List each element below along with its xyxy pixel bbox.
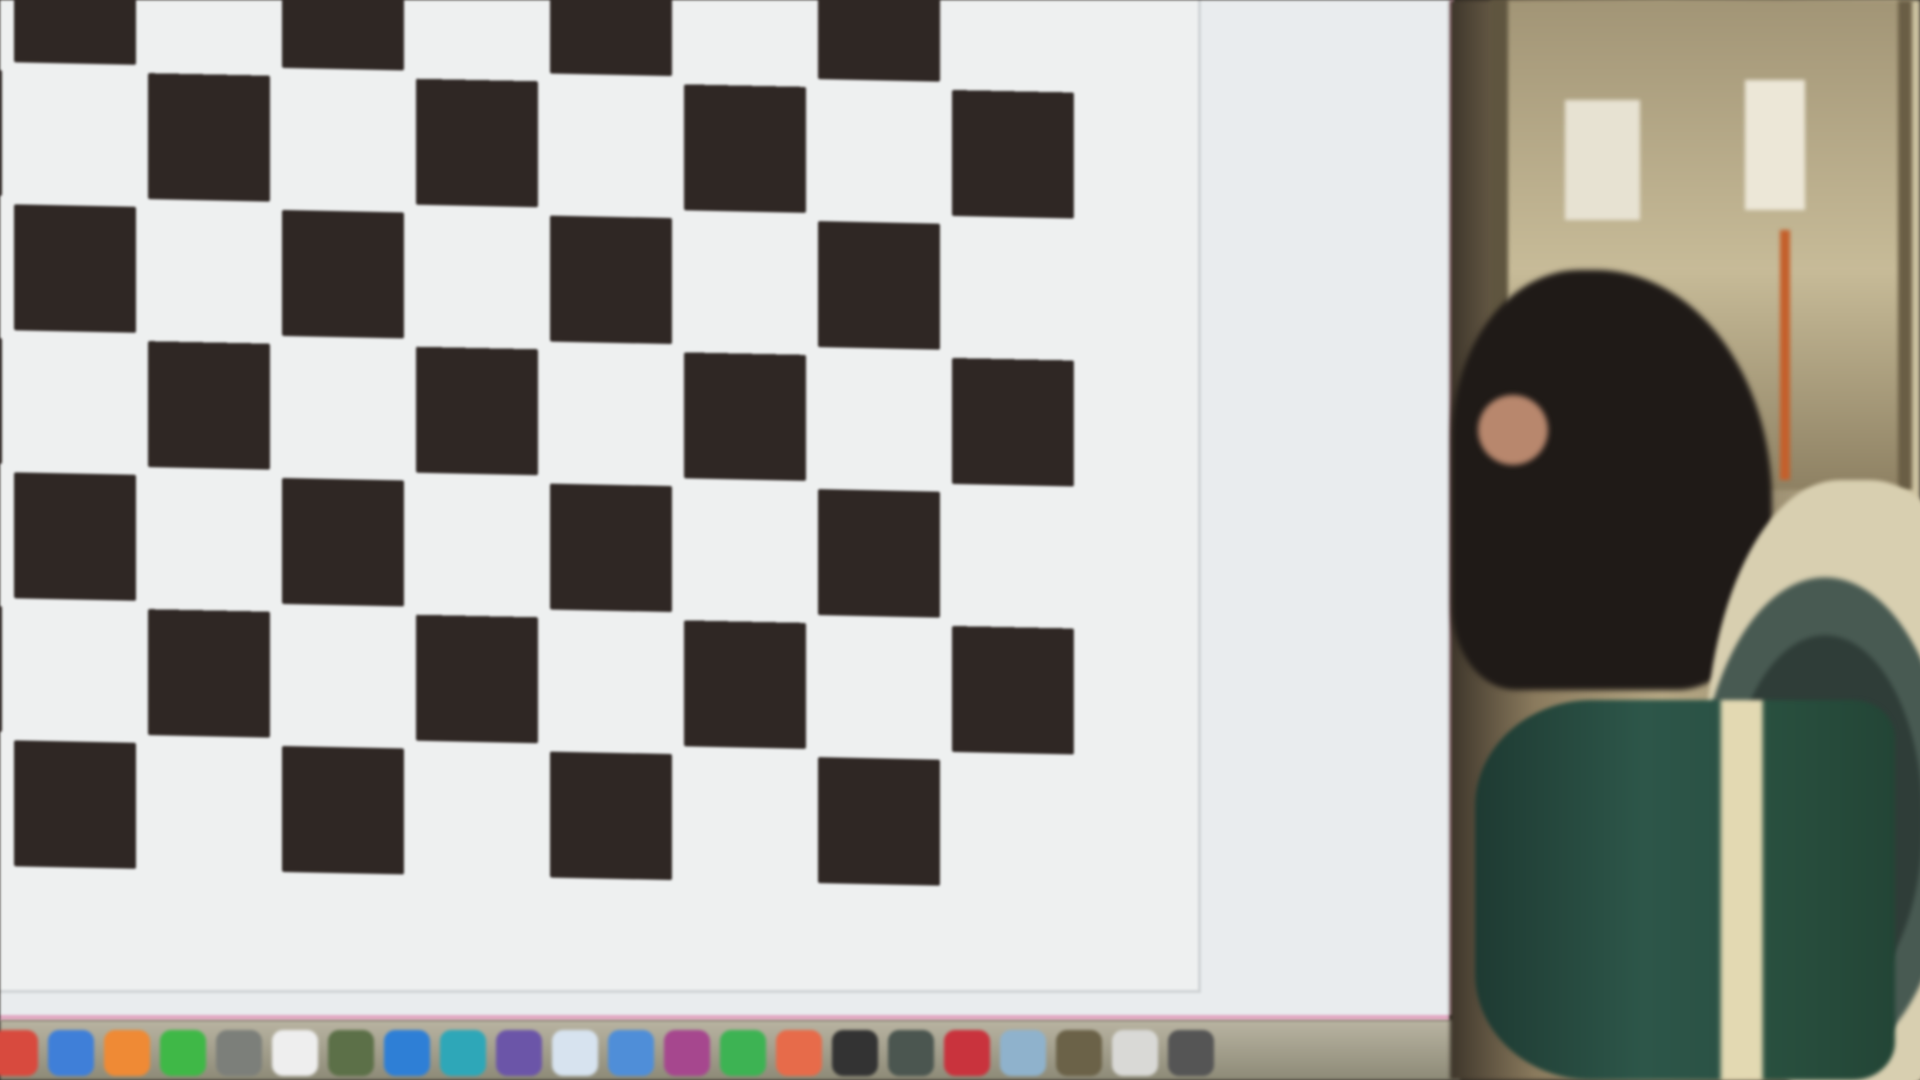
app-icon-21[interactable]	[1112, 1030, 1158, 1076]
app-icon-4[interactable]	[160, 1030, 206, 1076]
app-icon-6[interactable]	[272, 1030, 318, 1076]
checker-square-dark	[818, 489, 940, 618]
checker-square-dark	[148, 609, 270, 738]
photo-scene	[0, 0, 1920, 1080]
checker-square-dark	[0, 335, 2, 465]
app-icon-14[interactable]	[720, 1030, 766, 1076]
green-cable-roll	[1475, 700, 1895, 1080]
app-icon-10[interactable]	[496, 1030, 542, 1076]
checker-square-dark	[818, 757, 940, 886]
checker-square-dark	[0, 603, 2, 733]
checker-square-dark	[550, 215, 672, 345]
app-icon-15[interactable]	[776, 1030, 822, 1076]
checker-square-dark	[148, 73, 270, 202]
checker-square-dark	[148, 341, 270, 470]
dock	[0, 1020, 1460, 1080]
hand	[1478, 395, 1548, 465]
app-icon-8[interactable]	[384, 1030, 430, 1076]
app-icon-18[interactable]	[944, 1030, 990, 1076]
checker-square-dark	[416, 614, 538, 744]
app-icon-22[interactable]	[1168, 1030, 1214, 1076]
wall-notice	[1745, 80, 1805, 210]
app-icon-11[interactable]	[552, 1030, 598, 1076]
app-icon-5[interactable]	[216, 1030, 262, 1076]
app-icon-1[interactable]	[0, 1030, 38, 1076]
checker-square-dark	[14, 472, 136, 601]
checker-square-dark	[952, 625, 1074, 755]
app-icon-13[interactable]	[664, 1030, 710, 1076]
image-viewer-window	[0, 0, 1201, 993]
app-icon-12[interactable]	[608, 1030, 654, 1076]
checker-square-dark	[550, 0, 672, 77]
checker-square-dark	[282, 0, 404, 71]
checker-square-dark	[684, 620, 806, 749]
app-icon-3[interactable]	[104, 1030, 150, 1076]
checker-square-dark	[416, 78, 538, 208]
app-icon-20[interactable]	[1056, 1030, 1102, 1076]
monitor-screen	[0, 0, 1450, 1015]
checker-square-dark	[282, 477, 404, 607]
checker-square-dark	[550, 751, 672, 881]
checker-square-dark	[282, 745, 404, 875]
checker-square-dark	[0, 67, 2, 197]
app-icon-9[interactable]	[440, 1030, 486, 1076]
checker-square-dark	[416, 346, 538, 476]
orange-cable	[1780, 230, 1790, 480]
app-icon-17[interactable]	[888, 1030, 934, 1076]
checker-square-dark	[818, 0, 940, 82]
checker-square-dark	[952, 357, 1074, 487]
checker-square-dark	[952, 89, 1074, 219]
app-icon-16[interactable]	[832, 1030, 878, 1076]
checkerboard-pattern	[0, 0, 1198, 1015]
app-icon-2[interactable]	[48, 1030, 94, 1076]
checker-square-dark	[684, 84, 806, 213]
wall-notice	[1565, 100, 1640, 220]
checker-square-dark	[14, 204, 136, 333]
checker-square-dark	[14, 740, 136, 869]
app-icon-7[interactable]	[328, 1030, 374, 1076]
checker-square-dark	[282, 209, 404, 339]
checker-square-dark	[818, 221, 940, 350]
checker-square-dark	[684, 352, 806, 481]
app-icon-19[interactable]	[1000, 1030, 1046, 1076]
checker-square-dark	[14, 0, 136, 65]
checker-square-dark	[550, 483, 672, 613]
